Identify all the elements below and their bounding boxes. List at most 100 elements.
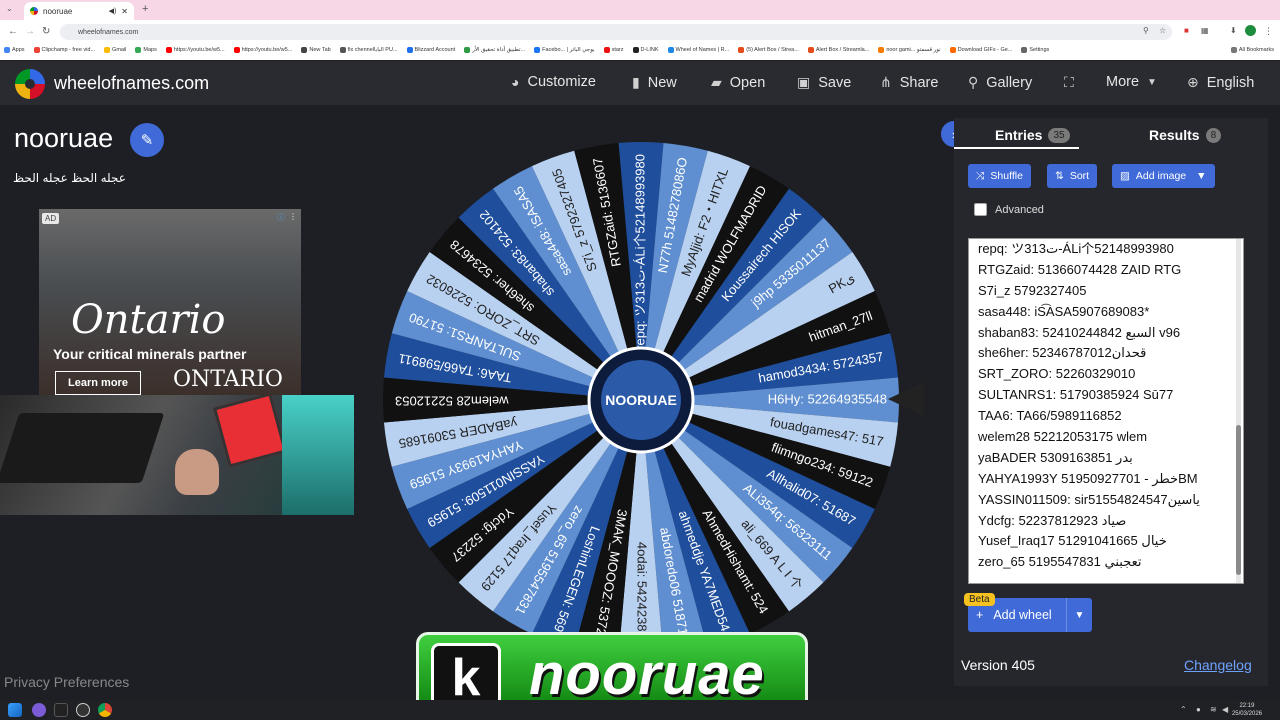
wheel-logo-icon[interactable] xyxy=(15,69,45,99)
bookmark-item[interactable]: Alert Box / Streamla... xyxy=(807,47,869,53)
bookmark-icon xyxy=(33,47,40,53)
bookmark-item[interactable]: Wheel of Names | R... xyxy=(667,47,729,53)
tray-chevron-icon[interactable]: ⌃ xyxy=(1180,705,1187,714)
bookmark-item[interactable]: Facebo... | بوجي الباتر xyxy=(534,47,595,53)
advertisement[interactable]: AD ⓘ ⋮ Ontario Your critical minerals pa… xyxy=(39,209,301,395)
sort-button[interactable]: ⇅ Sort xyxy=(1047,164,1098,188)
bookmark-item[interactable]: https://youtu.be/w5... xyxy=(165,47,225,53)
obs-icon[interactable] xyxy=(76,703,90,717)
volume-icon[interactable]: ◀ xyxy=(1222,705,1228,714)
advanced-checkbox[interactable] xyxy=(974,203,987,216)
entry-line[interactable]: shaban83: 52410244842 السبع v96 xyxy=(969,323,1243,344)
extensions-puzzle-icon[interactable]: ▦ xyxy=(1201,26,1209,35)
entry-line[interactable]: Yusef_Iraq17 51291041665 خيال xyxy=(969,531,1243,552)
entry-line[interactable]: Ydcfg: 52237812923 صياد xyxy=(969,511,1243,532)
entry-line[interactable]: she6her: 52346787012قحدان xyxy=(969,343,1243,364)
bookmark-item[interactable]: Settings xyxy=(1021,47,1049,53)
save-button[interactable]: ▣ Save xyxy=(797,74,851,91)
bookmark-item[interactable]: https://youtu.be/w5... xyxy=(233,47,292,53)
bookmark-item[interactable]: تطبيق أداة تحقيق الأر... xyxy=(464,47,525,53)
entry-line[interactable]: RTGZaid: 51366074428 ZAID RTG xyxy=(969,260,1243,281)
extension-icon[interactable]: ■ xyxy=(1184,26,1189,35)
bookmark-item[interactable]: New Tab xyxy=(301,47,331,53)
bookmark-label: D-LINK xyxy=(640,47,659,53)
bookmark-item[interactable]: Download GIFs - Ge... xyxy=(949,47,1012,53)
entry-line[interactable]: S7i_z 5792327405 xyxy=(969,281,1243,302)
logo-text: nooruae xyxy=(529,642,765,707)
wheel[interactable]: repq: ツ313ت-ÁLi个52148993980 N77h 51482780… xyxy=(383,141,899,658)
bookmark-item[interactable]: Blizzard Account xyxy=(406,47,455,53)
changelog-link[interactable]: Changelog xyxy=(1184,657,1252,673)
bookmark-item[interactable]: fix chennelالبابا PU... xyxy=(339,47,398,53)
gallery-button[interactable]: ⚲ Gallery xyxy=(968,74,1032,91)
advanced-toggle[interactable]: Advanced xyxy=(974,203,1044,216)
bookmark-item[interactable]: Apps xyxy=(4,47,25,53)
zoom-icon[interactable]: ⚲ xyxy=(1143,26,1149,35)
bookmark-item[interactable]: Clipchamp - free vid... xyxy=(33,47,95,53)
entry-line[interactable]: sasa448: iS͡ASA5907689083* xyxy=(969,302,1243,323)
open-button[interactable]: ▰ Open xyxy=(711,74,765,91)
more-button[interactable]: More ▼ xyxy=(1106,74,1157,90)
tab-list-icon[interactable]: ⌄ xyxy=(6,4,13,13)
new-button[interactable]: ▮ New xyxy=(632,74,677,91)
fullscreen-button[interactable]: ⛶ xyxy=(1064,74,1074,91)
entry-line[interactable]: SULTANRS1: 51790385924 Sū77 xyxy=(969,385,1243,406)
entries-textarea[interactable]: repq: ツ313ت-ÁLi个52148993980 RTGZaid: 5136… xyxy=(968,238,1244,584)
profile-avatar[interactable] xyxy=(1245,25,1256,36)
add-image-button[interactable]: ▨ Add image ▼ xyxy=(1112,164,1215,188)
entry-line[interactable]: TAA6: TA66/5989116852 xyxy=(969,406,1243,427)
privacy-link[interactable]: Privacy Preferences xyxy=(4,674,129,690)
ad-info-icon[interactable]: ⓘ xyxy=(277,212,285,223)
tab-entries[interactable]: Entries 35 xyxy=(995,127,1070,143)
edit-title-button[interactable]: ✎ xyxy=(130,123,164,157)
language-button[interactable]: ⊕ English xyxy=(1187,74,1254,91)
reload-icon[interactable]: ↻ xyxy=(42,26,50,37)
download-icon[interactable]: ⬇ xyxy=(1230,26,1237,35)
site-name[interactable]: wheelofnames.com xyxy=(54,73,209,94)
folder-icon: ▰ xyxy=(711,74,722,90)
bookmark-item[interactable]: D-LINK xyxy=(632,47,659,53)
entry-line[interactable]: yaBADER 5309163851 بدر xyxy=(969,448,1243,469)
tab-close-icon[interactable]: ✕ xyxy=(121,7,128,16)
teams-icon[interactable] xyxy=(32,703,46,717)
floppy-icon: ▣ xyxy=(797,74,811,90)
bookmark-icon xyxy=(135,47,142,53)
bookmark-star-icon[interactable]: ☆ xyxy=(1159,26,1166,35)
windows-start-icon[interactable] xyxy=(8,703,22,717)
bookmark-item[interactable]: noor gami... نور قسمتو xyxy=(878,47,941,53)
media-icon[interactable] xyxy=(54,703,68,717)
add-wheel-dropdown[interactable]: ▼ xyxy=(1066,598,1092,632)
entry-line[interactable]: repq: ツ313ت-ÁLi个52148993980 xyxy=(969,239,1243,260)
ad-cta-button[interactable]: Learn more xyxy=(55,371,141,395)
chrome-icon[interactable] xyxy=(98,703,112,717)
entries-scrollbar[interactable] xyxy=(1236,239,1241,583)
bookmark-icon xyxy=(339,47,346,53)
forward-icon[interactable]: → xyxy=(25,26,35,37)
back-icon[interactable]: ← xyxy=(8,26,18,37)
share-button[interactable]: ⋔ Share xyxy=(880,74,938,91)
browser-menu-icon[interactable]: ⋮ xyxy=(1264,26,1273,37)
entry-line[interactable]: zero_65 5195547831 تعجبني xyxy=(969,552,1243,573)
entry-line[interactable]: YASSIN011509: sir51554824547ياسين xyxy=(969,490,1243,511)
customize-button[interactable]: ◕ Customize xyxy=(511,74,596,90)
mic-icon[interactable]: ● xyxy=(1196,705,1201,714)
bookmark-item[interactable]: Maps xyxy=(135,47,157,53)
ad-menu-icon[interactable]: ⋮ xyxy=(289,212,297,221)
bookmark-item[interactable]: starz xyxy=(603,47,624,53)
taskbar-clock[interactable]: 22:19 25/03/2026 xyxy=(1232,702,1262,718)
browser-tab[interactable]: nooruae ◀) ✕ xyxy=(24,2,134,20)
tab-results[interactable]: Results 8 xyxy=(1149,127,1222,143)
bookmark-item[interactable]: All Bookmarks xyxy=(1230,47,1274,53)
entry-line[interactable]: YAHYA1993Y 51950927701 - خطرBM xyxy=(969,469,1243,490)
shuffle-button[interactable]: ⤨ Shuffle xyxy=(968,164,1031,188)
bookmark-item[interactable]: (5) Alert Box / Strea... xyxy=(738,47,799,53)
scrollbar-thumb[interactable] xyxy=(1236,425,1241,575)
address-bar[interactable]: wheelofnames.com xyxy=(60,24,1172,40)
bookmark-item[interactable]: Gmail xyxy=(104,47,126,53)
network-icon[interactable]: ≋ xyxy=(1210,705,1217,714)
wheel-svg[interactable]: repq: ツ313ت-ÁLi个52148993980 N77h 51482780… xyxy=(383,141,899,658)
new-tab-icon[interactable]: + xyxy=(142,3,148,15)
entry-line[interactable]: welem28 52212053175 wlem xyxy=(969,427,1243,448)
save-label: Save xyxy=(818,74,852,91)
entry-line[interactable]: SRT_ZORO: 52260329010 xyxy=(969,364,1243,385)
